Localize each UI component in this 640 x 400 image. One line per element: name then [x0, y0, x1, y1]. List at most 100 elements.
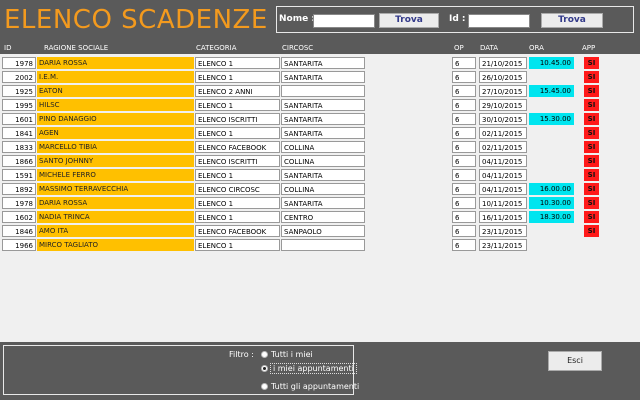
cell-data: 29/10/2015 [479, 99, 527, 111]
cell-categoria: ELENCO 1 [195, 169, 280, 181]
cell-app[interactable]: SI [584, 85, 599, 97]
cell-ragione-sociale[interactable]: HILSC [37, 99, 194, 111]
table-row[interactable]: 1866 SANTO JOHNNY ELENCO ISCRITTI COLLINA 6 0… [0, 155, 640, 168]
cell-ragione-sociale[interactable]: MIRCO TAGLIATO [37, 239, 194, 251]
filter-option-tutti-appuntamenti[interactable]: Tutti gli appuntamenti [261, 382, 359, 391]
cell-circosc: COLLINA [281, 183, 365, 195]
cell-ragione-sociale[interactable]: MASSIMO TERRAVECCHIA [37, 183, 194, 195]
cell-circosc: SANPAOLO [281, 225, 365, 237]
cell-app[interactable]: SI [584, 155, 599, 167]
cell-ora [529, 225, 574, 237]
cell-circosc: SANTARITA [281, 99, 365, 111]
cell-app[interactable]: SI [584, 127, 599, 139]
cell-app[interactable]: SI [584, 225, 599, 237]
filter-option-miei-appuntamenti[interactable]: i miei appuntamenti [261, 363, 357, 374]
col-header-circosc: CIRCOSC [282, 44, 314, 52]
cell-ragione-sociale[interactable]: NADIA TRINCA [37, 211, 194, 223]
cell-id: 1978 [2, 57, 36, 69]
table-row[interactable]: 1591 MICHELE FERRO ELENCO 1 SANTARITA 6 04/11… [0, 169, 640, 182]
cell-app[interactable]: SI [584, 183, 599, 195]
cell-id: 1966 [2, 239, 36, 251]
table-row[interactable]: 1892 MASSIMO TERRAVECCHIA ELENCO CIRCOSC CO… [0, 183, 640, 196]
cell-app[interactable] [584, 239, 599, 251]
cell-ragione-sociale[interactable]: MICHELE FERRO [37, 169, 194, 181]
cell-app[interactable]: SI [584, 113, 599, 125]
cell-id: 1833 [2, 141, 36, 153]
filter-option-label: Tutti i miei [271, 350, 313, 359]
cell-data: 26/10/2015 [479, 71, 527, 83]
table-row[interactable]: 1833 MARCELLO TIBIA ELENCO FACEBOOK COLLINA… [0, 141, 640, 154]
cell-circosc: SANTARITA [281, 127, 365, 139]
cell-ora: 10.45.00 [529, 57, 574, 69]
table-row[interactable]: 1995 HILSC ELENCO 1 SANTARITA 6 29/10/2015 SI [0, 99, 640, 112]
cell-ragione-sociale[interactable]: AMO ITA [37, 225, 194, 237]
cell-op: 6 [452, 239, 476, 251]
table-row[interactable]: 2002 I.E.M. ELENCO 1 SANTARITA 6 26/10/2015 SI [0, 71, 640, 84]
cell-ora: 10.30.00 [529, 197, 574, 209]
cell-id: 1601 [2, 113, 36, 125]
cell-data: 04/11/2015 [479, 169, 527, 181]
cell-ora: 15.45.00 [529, 85, 574, 97]
cell-id: 1866 [2, 155, 36, 167]
cell-data: 21/10/2015 [479, 57, 527, 69]
table-row[interactable]: 1841 AGEN ELENCO 1 SANTARITA 6 02/11/2015 SI [0, 127, 640, 140]
cell-op: 6 [452, 85, 476, 97]
table-row[interactable]: 1978 DARIA ROSSA ELENCO 1 SANTARITA 6 21/10/2… [0, 57, 640, 70]
id-input[interactable] [468, 14, 530, 28]
cell-ora: 16.00.00 [529, 183, 574, 195]
cell-circosc: SANTARITA [281, 113, 365, 125]
cell-op: 6 [452, 197, 476, 209]
cell-ragione-sociale[interactable]: DARIA ROSSA [37, 197, 194, 209]
cell-ragione-sociale[interactable]: I.E.M. [37, 71, 194, 83]
cell-ragione-sociale[interactable]: MARCELLO TIBIA [37, 141, 194, 153]
cell-data: 10/11/2015 [479, 197, 527, 209]
cell-categoria: ELENCO 1 [195, 127, 280, 139]
cell-app[interactable]: SI [584, 141, 599, 153]
cell-app[interactable]: SI [584, 57, 599, 69]
table-row[interactable]: 1925 EATON ELENCO 2 ANNI 6 27/10/2015 15.45.0… [0, 85, 640, 98]
cell-op: 6 [452, 141, 476, 153]
esci-button[interactable]: Esci [548, 351, 602, 371]
cell-ora: 15.30.00 [529, 113, 574, 125]
cell-ragione-sociale[interactable]: DARIA ROSSA [37, 57, 194, 69]
cell-app[interactable]: SI [584, 211, 599, 223]
cell-app[interactable]: SI [584, 99, 599, 111]
cell-op: 6 [452, 71, 476, 83]
cell-app[interactable]: SI [584, 71, 599, 83]
filter-option-tutti-i-miei[interactable]: Tutti i miei [261, 350, 313, 359]
cell-app[interactable]: SI [584, 197, 599, 209]
cell-data: 16/11/2015 [479, 211, 527, 223]
cell-app[interactable]: SI [584, 169, 599, 181]
cell-id: 1892 [2, 183, 36, 195]
cell-circosc: COLLINA [281, 141, 365, 153]
cell-op: 6 [452, 113, 476, 125]
table-row[interactable]: 1602 NADIA TRINCA ELENCO 1 CENTRO 6 16/11/201… [0, 211, 640, 224]
cell-ora [529, 239, 574, 251]
cell-ragione-sociale[interactable]: SANTO JOHNNY [37, 155, 194, 167]
col-header-id: ID [4, 44, 12, 52]
cell-data: 23/11/2015 [479, 239, 527, 251]
cell-categoria: ELENCO ISCRITTI [195, 155, 280, 167]
radio-icon [261, 351, 268, 358]
cell-ragione-sociale[interactable]: EATON [37, 85, 194, 97]
cell-id: 1995 [2, 99, 36, 111]
cell-id: 1978 [2, 197, 36, 209]
cell-data: 02/11/2015 [479, 127, 527, 139]
cell-data: 27/10/2015 [479, 85, 527, 97]
search-panel: Nome : Trova Id : Trova [276, 6, 634, 33]
table-row[interactable]: 1601 PINO DANAGGIO ELENCO ISCRITTI SANTARIT… [0, 113, 640, 126]
table-row[interactable]: 1978 DARIA ROSSA ELENCO 1 SANTARITA 6 10/11/2… [0, 197, 640, 210]
nome-label: Nome : [279, 14, 315, 24]
cell-data: 30/10/2015 [479, 113, 527, 125]
scadenze-table: 1978 DARIA ROSSA ELENCO 1 SANTARITA 6 21/10/2… [0, 54, 640, 342]
cell-op: 6 [452, 211, 476, 223]
cell-ora [529, 99, 574, 111]
trova-nome-button[interactable]: Trova [379, 13, 439, 28]
cell-ragione-sociale[interactable]: AGEN [37, 127, 194, 139]
table-row[interactable]: 1846 AMO ITA ELENCO FACEBOOK SANPAOLO 6 23/11… [0, 225, 640, 238]
trova-id-button[interactable]: Trova [541, 13, 603, 28]
cell-ragione-sociale[interactable]: PINO DANAGGIO [37, 113, 194, 125]
cell-data: 04/11/2015 [479, 155, 527, 167]
nome-input[interactable] [313, 14, 375, 28]
table-row[interactable]: 1966 MIRCO TAGLIATO ELENCO 1 6 23/11/2015 [0, 239, 640, 252]
